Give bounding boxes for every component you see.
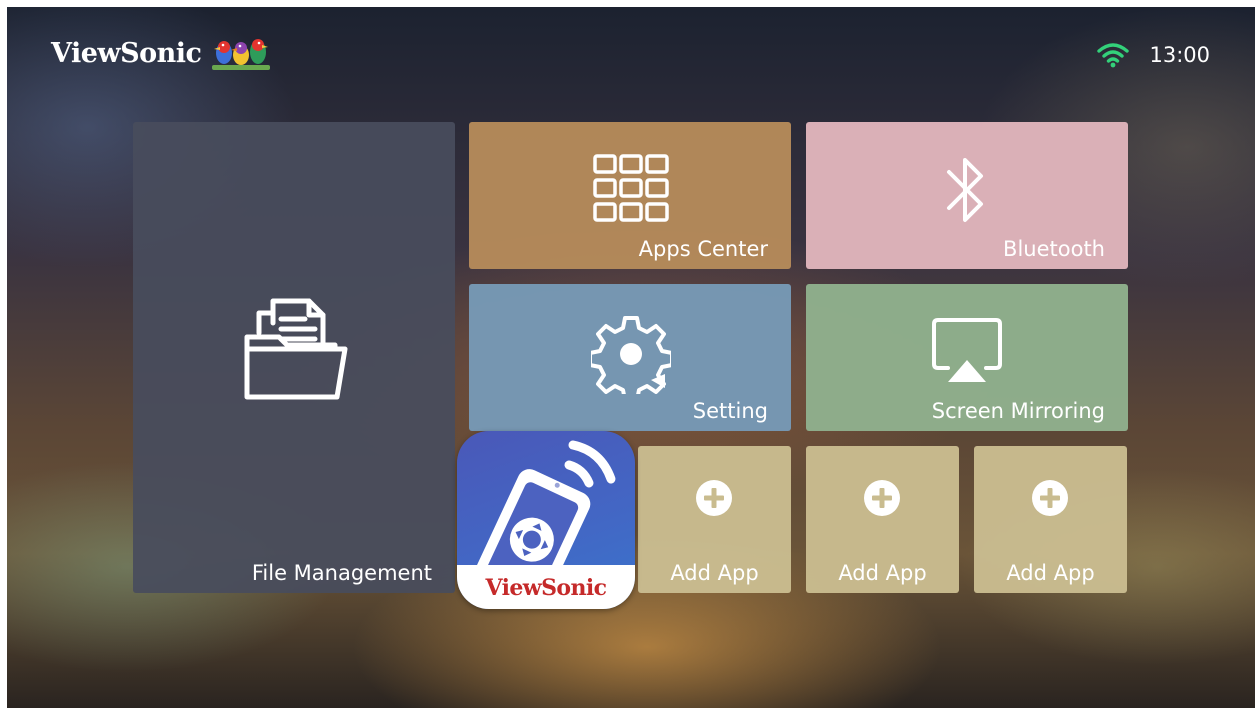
clock: 13:00 — [1149, 43, 1210, 67]
tile-file-management[interactable]: File Management — [133, 122, 455, 593]
brand-logo: ViewSonic — [51, 33, 272, 73]
plus-circle-icon — [696, 480, 732, 516]
plus-circle-icon — [1032, 480, 1068, 516]
screen-cast-icon — [932, 318, 1002, 382]
tile-label: Add App — [838, 561, 927, 585]
bluetooth-icon — [947, 158, 983, 222]
tile-add-app[interactable]: Add App — [806, 446, 959, 593]
tile-label: Add App — [670, 561, 759, 585]
tile-label: Apps Center — [638, 237, 768, 261]
tile-bluetooth[interactable]: Bluetooth — [806, 122, 1128, 269]
plus-circle-icon — [864, 480, 900, 516]
tile-label: Setting — [692, 399, 768, 423]
app-grid-icon — [593, 154, 669, 222]
birds-logo-icon — [211, 39, 270, 70]
status-bar: 13:00 — [1097, 42, 1210, 68]
tile-label: Bluetooth — [1003, 237, 1105, 261]
tile-screen-mirroring[interactable]: Screen Mirroring — [806, 284, 1128, 431]
tile-label: File Management — [251, 561, 432, 585]
tile-label: Screen Mirroring — [931, 399, 1105, 423]
remote-app-brand: ViewSonic — [485, 575, 607, 601]
tile-add-app[interactable]: Add App — [638, 446, 791, 593]
tile-remote-app[interactable]: ViewSonic — [457, 431, 635, 609]
launcher-screen: ViewSonic 13:00 File Management Apps Cen… — [7, 7, 1255, 708]
tile-setting[interactable]: Setting — [469, 284, 791, 431]
folder-documents-icon — [244, 298, 348, 400]
wifi-icon — [1097, 43, 1130, 68]
brand-name: ViewSonic — [51, 37, 202, 69]
gear-icon — [591, 316, 671, 394]
tile-apps-center[interactable]: Apps Center — [469, 122, 791, 269]
tile-add-app[interactable]: Add App — [974, 446, 1127, 593]
tile-label: Add App — [1006, 561, 1095, 585]
